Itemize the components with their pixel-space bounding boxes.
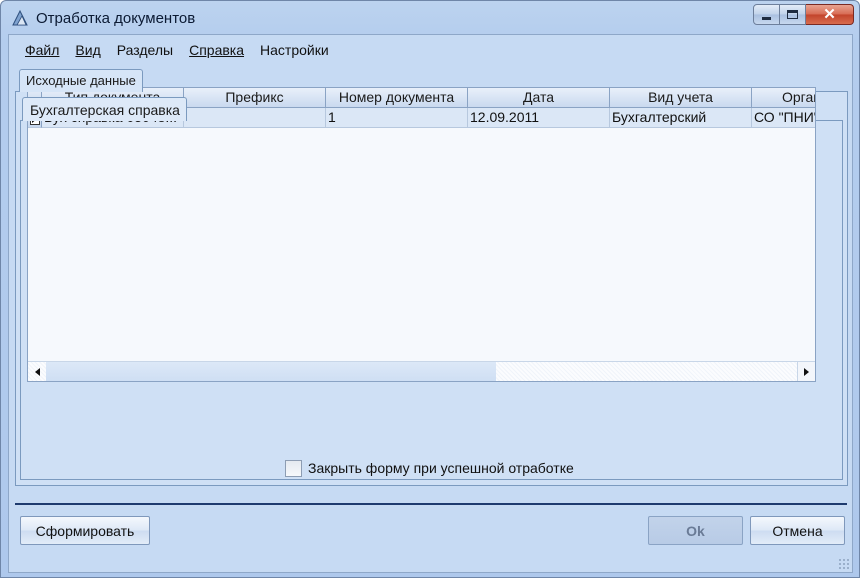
documents-grid[interactable]: Тип документа Префикс Номер документа Да… <box>27 87 816 382</box>
menu-item-view[interactable]: Вид <box>75 39 100 61</box>
minimize-button[interactable] <box>753 4 780 25</box>
app-icon <box>10 8 30 28</box>
close-button[interactable]: ✕ <box>806 4 854 25</box>
menu-item-sections[interactable]: Разделы <box>117 39 173 61</box>
scroll-right-button[interactable] <box>797 362 815 381</box>
close-icon: ✕ <box>823 6 836 23</box>
ok-button[interactable]: Ok <box>648 516 743 545</box>
scroll-left-button[interactable] <box>28 362 46 381</box>
column-header-account-type[interactable]: Вид учета <box>610 88 752 108</box>
title-bar[interactable]: Отработка документов ✕ <box>1 1 859 35</box>
tab-source-data-label: Исходные данные <box>26 73 136 88</box>
cell-doc-number[interactable]: 1 <box>326 108 468 128</box>
arrow-right-icon <box>804 367 809 376</box>
arrow-left-icon <box>34 367 40 376</box>
cell-prefix[interactable] <box>184 108 326 128</box>
menu-item-file[interactable]: Файл <box>25 39 59 61</box>
cell-account-type[interactable]: Бухгалтерский <box>610 108 752 128</box>
resize-grip-icon[interactable] <box>838 558 850 570</box>
cell-date[interactable]: 12.09.2011 <box>468 108 610 128</box>
column-header-organ[interactable]: Орган <box>752 88 815 108</box>
column-header-date[interactable]: Дата <box>468 88 610 108</box>
cancel-button[interactable]: Отмена <box>750 516 845 545</box>
column-header-doc-number[interactable]: Номер документа <box>326 88 468 108</box>
minimize-icon <box>762 17 771 20</box>
tab-accounting-certificate-label: Бухгалтерская справка <box>30 102 180 118</box>
scroll-thumb[interactable] <box>46 362 496 381</box>
window-title: Отработка документов <box>36 10 196 27</box>
maximize-icon <box>787 10 798 19</box>
main-window: Отработка документов ✕ Файл Вид Разделы … <box>0 0 860 578</box>
horizontal-scrollbar[interactable] <box>28 361 815 381</box>
client-area: Файл Вид Разделы Справка Настройки Исход… <box>8 34 853 573</box>
tab-source-data[interactable]: Исходные данные <box>19 69 143 92</box>
tab-accounting-certificate[interactable]: Бухгалтерская справка <box>22 97 187 121</box>
generate-button[interactable]: Сформировать <box>20 516 150 545</box>
menu-item-settings[interactable]: Настройки <box>260 39 329 61</box>
close-on-success-checkbox[interactable] <box>285 459 302 477</box>
window-controls: ✕ <box>753 4 854 26</box>
menu-item-help[interactable]: Справка <box>189 39 244 61</box>
menu-bar: Файл Вид Разделы Справка Настройки <box>9 39 329 61</box>
close-on-success-label: Закрыть форму при успешной отработке <box>308 460 574 476</box>
maximize-button[interactable] <box>780 4 806 25</box>
divider <box>15 503 847 505</box>
column-header-prefix[interactable]: Префикс <box>184 88 326 108</box>
cell-organ[interactable]: СО "ПНИ" <box>752 108 815 128</box>
close-on-success-option[interactable]: Закрыть форму при успешной отработке <box>285 458 577 478</box>
